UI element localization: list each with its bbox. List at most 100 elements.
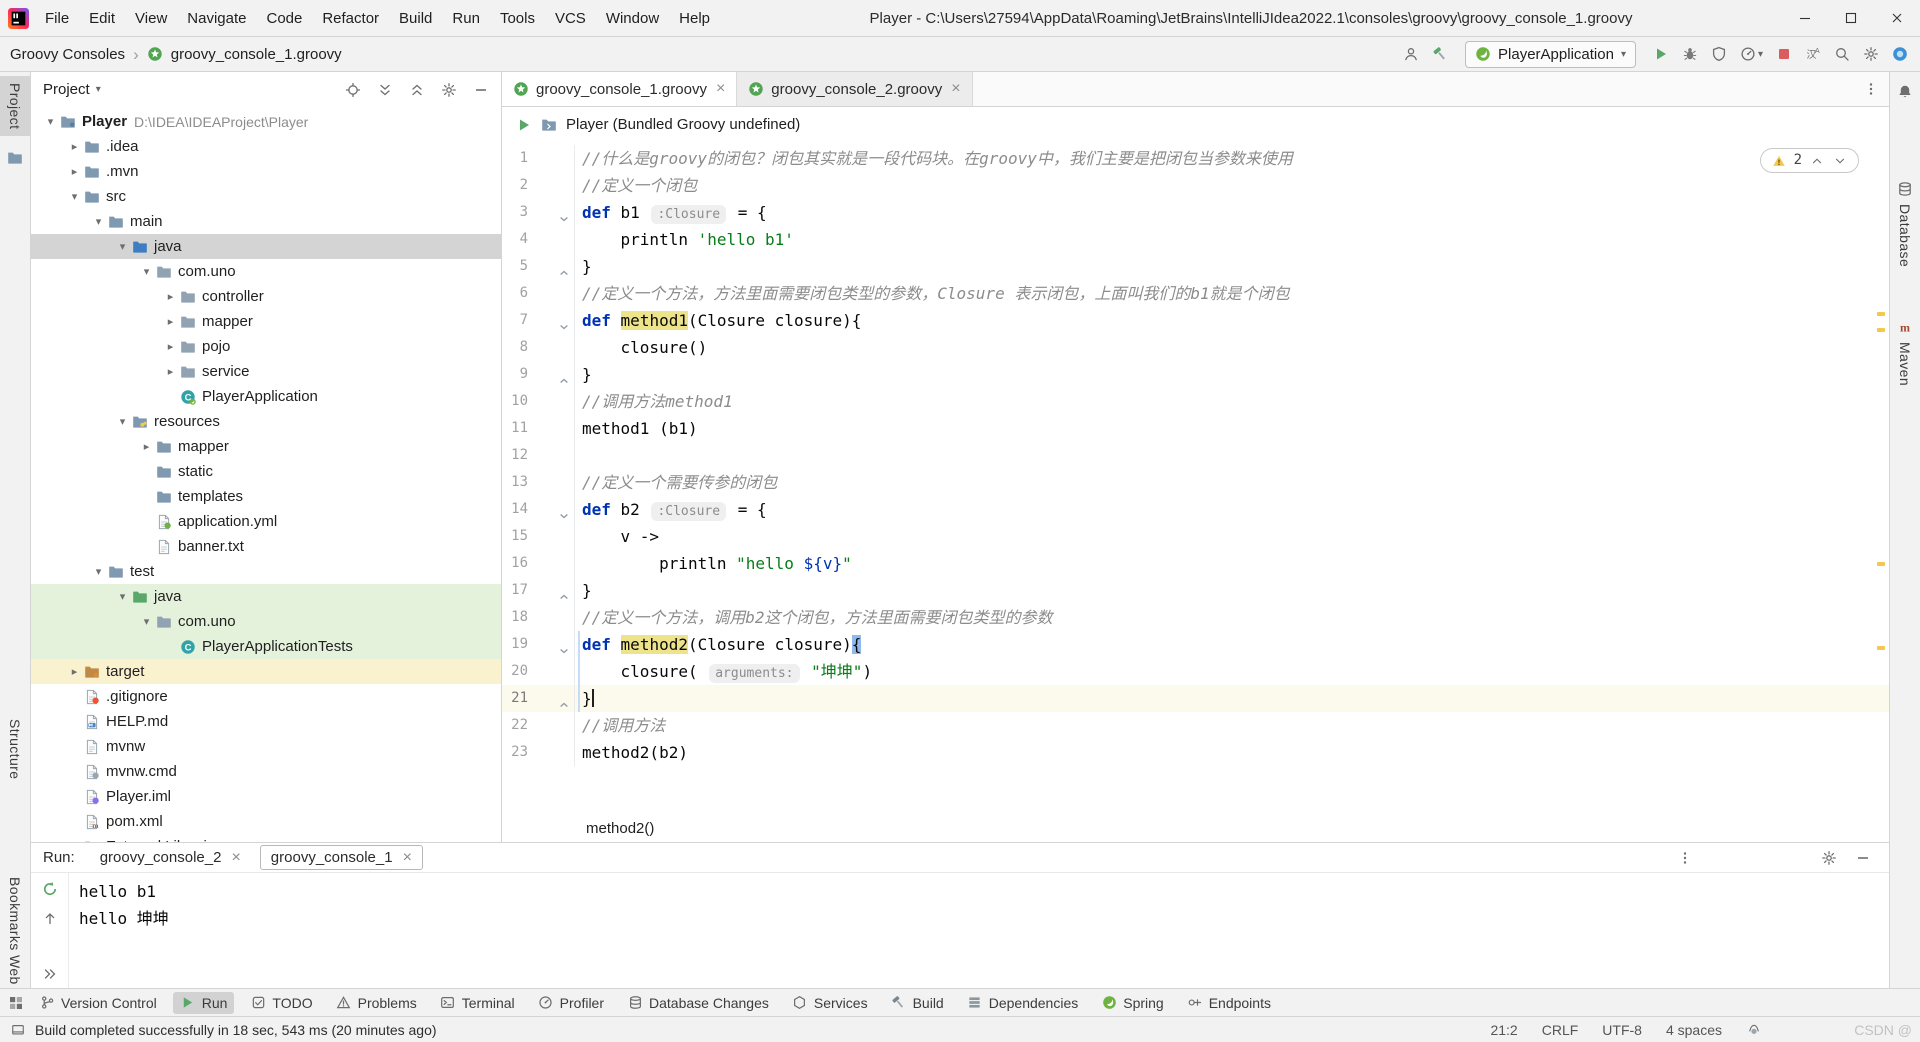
menu-build[interactable]: Build bbox=[389, 0, 442, 36]
code-line-21[interactable]: 21} bbox=[502, 685, 1889, 712]
file-encoding[interactable]: UTF-8 bbox=[1602, 1022, 1642, 1038]
tool-button-maven[interactable]: m Maven bbox=[1890, 312, 1920, 393]
tree-arrow-icon[interactable]: ▸ bbox=[65, 665, 84, 678]
expand-toolbar-icon[interactable] bbox=[42, 966, 58, 982]
tree-item-pojo[interactable]: ▸ pojo bbox=[31, 334, 501, 359]
warning-mark[interactable] bbox=[1877, 646, 1885, 650]
tree-item-playerapplicationtests[interactable]: C PlayerApplicationTests bbox=[31, 634, 501, 659]
hide-panel-icon[interactable] bbox=[473, 82, 489, 98]
warning-mark[interactable] bbox=[1877, 328, 1885, 332]
code-line-19[interactable]: 19 def method2(Closure closure){ bbox=[502, 631, 1889, 658]
fold-down-icon[interactable] bbox=[558, 206, 570, 222]
translate-button[interactable]: 汉A bbox=[1805, 46, 1821, 62]
tree-item-main[interactable]: ▾ main bbox=[31, 209, 501, 234]
tool-window-button-todo[interactable]: TODO bbox=[243, 992, 319, 1014]
tree-item-mapper[interactable]: ▸ mapper bbox=[31, 309, 501, 334]
menu-file[interactable]: File bbox=[35, 0, 79, 36]
line-separator[interactable]: CRLF bbox=[1542, 1022, 1579, 1038]
code-line-18[interactable]: 18 //定义一个方法，调用b2这个闭包，方法里面需要闭包类型的参数 bbox=[502, 604, 1889, 631]
code-line-4[interactable]: 4 println 'hello b1' bbox=[502, 226, 1889, 253]
close-tab-icon[interactable]: × bbox=[403, 849, 412, 866]
console-output[interactable]: hello b1 hello 坤坤 bbox=[69, 873, 1889, 988]
code-line-20[interactable]: 20 closure( arguments: "坤坤") bbox=[502, 658, 1889, 685]
tool-switcher-icon[interactable] bbox=[8, 995, 24, 1011]
tool-button-database[interactable]: Database bbox=[1890, 174, 1920, 274]
code-with-me-button[interactable] bbox=[1892, 46, 1908, 62]
tree-arrow-icon[interactable]: ▸ bbox=[161, 315, 180, 328]
tree-arrow-icon[interactable]: ▸ bbox=[65, 165, 84, 178]
menu-window[interactable]: Window bbox=[596, 0, 669, 36]
editor-tab-groovy-console-1-groovy[interactable]: groovy_console_1.groovy × bbox=[502, 72, 738, 106]
fold-down-icon[interactable] bbox=[558, 314, 570, 330]
expand-all-icon[interactable] bbox=[377, 82, 393, 98]
tree-arrow-icon[interactable]: ▾ bbox=[89, 565, 108, 578]
menu-view[interactable]: View bbox=[125, 0, 177, 36]
tree-item-java[interactable]: ▾ java bbox=[31, 584, 501, 609]
tool-window-button-terminal[interactable]: Terminal bbox=[433, 992, 522, 1014]
close-tab-icon[interactable]: × bbox=[716, 81, 725, 97]
tool-window-button-run[interactable]: Run bbox=[172, 991, 235, 1014]
caret-position[interactable]: 21:2 bbox=[1490, 1022, 1517, 1038]
tool-window-button-dependencies[interactable]: Dependencies bbox=[960, 992, 1086, 1014]
menu-navigate[interactable]: Navigate bbox=[177, 0, 256, 36]
tree-item-application-yml[interactable]: application.yml bbox=[31, 509, 501, 534]
fold-up-icon[interactable] bbox=[558, 368, 570, 384]
run-button[interactable] bbox=[1653, 46, 1669, 62]
tree-arrow-icon[interactable]: ▾ bbox=[113, 415, 132, 428]
tool-button-project[interactable]: Project bbox=[0, 76, 30, 137]
code-line-9[interactable]: 9} bbox=[502, 361, 1889, 388]
tree-arrow-icon[interactable]: ▸ bbox=[65, 140, 84, 153]
status-message[interactable]: Build completed successfully in 18 sec, … bbox=[35, 1022, 437, 1038]
code-line-13[interactable]: 13 //定义一个需要传参的闭包 bbox=[502, 469, 1889, 496]
code-editor[interactable]: 1 //什么是groovy的闭包？闭包其实就是一段代码块。在groovy中，我们主… bbox=[502, 142, 1889, 814]
debug-button[interactable] bbox=[1682, 46, 1698, 62]
tree-item-mvnw[interactable]: mvnw bbox=[31, 734, 501, 759]
tree-item-mvn[interactable]: ▸ .mvn bbox=[31, 159, 501, 184]
tool-window-button-version-control[interactable]: Version Control bbox=[32, 992, 164, 1014]
rerun-icon[interactable] bbox=[42, 881, 58, 897]
close-tab-icon[interactable]: × bbox=[951, 81, 960, 97]
tool-window-button-spring[interactable]: Spring bbox=[1094, 992, 1170, 1014]
profiler-button[interactable]: ▾ bbox=[1740, 46, 1763, 62]
prev-highlight-icon[interactable] bbox=[1809, 153, 1825, 169]
select-opened-file-icon[interactable] bbox=[345, 82, 361, 98]
tree-item-java[interactable]: ▾ java bbox=[31, 234, 501, 259]
code-line-10[interactable]: 10 //调用方法method1 bbox=[502, 388, 1889, 415]
tree-item-mapper[interactable]: ▸ mapper bbox=[31, 434, 501, 459]
tree-item-gitignore[interactable]: .gitignore bbox=[31, 684, 501, 709]
tree-item-com-uno[interactable]: ▾ com.uno bbox=[31, 259, 501, 284]
run-more-options-icon[interactable] bbox=[1677, 850, 1693, 866]
menu-run[interactable]: Run bbox=[442, 0, 490, 36]
code-line-1[interactable]: 1 //什么是groovy的闭包？闭包其实就是一段代码块。在groovy中，我们主… bbox=[502, 145, 1889, 172]
tool-window-button-profiler[interactable]: Profiler bbox=[531, 992, 611, 1014]
menu-code[interactable]: Code bbox=[256, 0, 312, 36]
fold-down-icon[interactable] bbox=[558, 503, 570, 519]
tree-item-resources[interactable]: ▾ resources bbox=[31, 409, 501, 434]
fold-down-icon[interactable] bbox=[558, 638, 570, 654]
close-tab-icon[interactable]: × bbox=[231, 849, 240, 866]
tree-item-com-uno[interactable]: ▾ com.uno bbox=[31, 609, 501, 634]
project-panel-title[interactable]: Project bbox=[43, 81, 90, 98]
tree-arrow-icon[interactable]: ▸ bbox=[137, 440, 156, 453]
tree-item-src[interactable]: ▾ src bbox=[31, 184, 501, 209]
tree-arrow-icon[interactable]: ▾ bbox=[89, 215, 108, 228]
run-settings-icon[interactable] bbox=[1821, 850, 1837, 866]
menu-vcs[interactable]: VCS bbox=[545, 0, 596, 36]
warning-mark[interactable] bbox=[1877, 312, 1885, 316]
maximize-button[interactable] bbox=[1828, 0, 1874, 36]
tree-arrow-icon[interactable]: ▾ bbox=[137, 615, 156, 628]
settings-button[interactable] bbox=[1863, 46, 1879, 62]
menu-help[interactable]: Help bbox=[669, 0, 720, 36]
tree-arrow-icon[interactable]: ▸ bbox=[161, 365, 180, 378]
tree-item-playerapplication[interactable]: C PlayerApplication bbox=[31, 384, 501, 409]
code-line-7[interactable]: 7 def method1(Closure closure){ bbox=[502, 307, 1889, 334]
breadcrumb-file[interactable]: groovy_console_1.groovy bbox=[171, 46, 342, 63]
tool-window-button-database-changes[interactable]: Database Changes bbox=[620, 992, 776, 1014]
panel-settings-icon[interactable] bbox=[441, 82, 457, 98]
code-line-11[interactable]: 11 method1 (b1) bbox=[502, 415, 1889, 442]
tree-item-banner-txt[interactable]: banner.txt bbox=[31, 534, 501, 559]
warning-mark[interactable] bbox=[1877, 562, 1885, 566]
menu-refactor[interactable]: Refactor bbox=[312, 0, 389, 36]
code-line-8[interactable]: 8 closure() bbox=[502, 334, 1889, 361]
tree-item-player[interactable]: ▾ Player D:\IDEA\IDEAProject\Player bbox=[31, 109, 501, 134]
